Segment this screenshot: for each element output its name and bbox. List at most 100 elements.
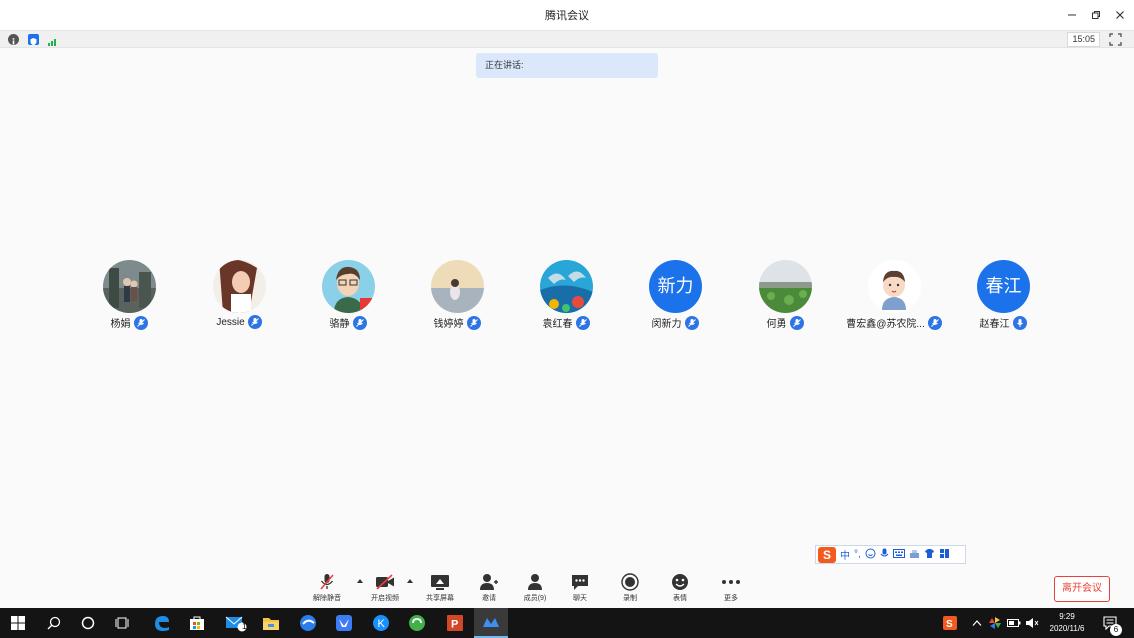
meeting-toolbar: 解除静音 开启视频 共享屏幕 邀请 成员(9) 聊天 录制 表情 更多 [0, 570, 1134, 608]
chevron-up-icon [972, 620, 982, 626]
more-button[interactable]: 更多 [706, 573, 756, 607]
participant-tile[interactable]: 钱婷婷 [407, 260, 507, 332]
participant-name-row: 闵新力 [625, 315, 725, 330]
mic-muted-icon [247, 315, 262, 329]
avatar [868, 260, 921, 313]
start-video-button[interactable]: 开启视频 [360, 573, 410, 607]
status-bar: 15:05 [0, 30, 1134, 48]
keyboard-icon[interactable] [892, 548, 905, 561]
mic-muted-icon [684, 315, 699, 330]
participant-tile[interactable]: 曹宏鑫@苏农院... [844, 260, 944, 332]
info-icon[interactable] [8, 34, 19, 45]
k-app-icon: K [373, 615, 389, 631]
taskbar-tencent-meeting[interactable] [474, 608, 508, 638]
participant-tile[interactable]: 新力 闵新力 [625, 260, 725, 332]
fullscreen-button[interactable] [1109, 33, 1122, 46]
share-screen-label: 共享屏幕 [426, 595, 454, 602]
participant-name: 赵春江 [979, 319, 1010, 330]
sogou-tray-icon: S [943, 616, 957, 630]
share-screen-button[interactable]: 共享屏幕 [415, 573, 465, 607]
record-button[interactable]: 录制 [605, 573, 655, 607]
participant-name: Jessie [216, 316, 245, 328]
participant-name-row: 钱婷婷 [407, 315, 507, 330]
cortana-button[interactable] [71, 608, 105, 638]
notification-count-badge: 6 [1110, 624, 1122, 636]
ime-punctuation[interactable]: °, [854, 549, 861, 560]
start-video-label: 开启视频 [371, 595, 399, 602]
participant-tile[interactable]: 何勇 [735, 260, 835, 332]
search-button[interactable] [37, 608, 71, 638]
participant-name-row: 曹宏鑫@苏农院... [844, 315, 944, 330]
invite-button[interactable]: 邀请 [464, 573, 514, 607]
folder-icon [263, 618, 279, 630]
edge-browser-icon [155, 616, 169, 631]
close-button[interactable] [1112, 7, 1128, 23]
security-shield-icon[interactable] [28, 34, 39, 46]
taskbar-green-app[interactable] [400, 608, 434, 638]
meeting-timer: 15:05 [1067, 32, 1100, 47]
ime-toolbar[interactable]: S 中 °, [815, 545, 966, 564]
minimize-button[interactable] [1064, 7, 1080, 23]
svg-text:S: S [946, 619, 953, 630]
volume-indicator[interactable] [1025, 608, 1039, 638]
participant-name: 闵新力 [651, 319, 682, 330]
taskbar-mail[interactable]: 1 [219, 608, 253, 638]
fullscreen-icon [1109, 33, 1122, 46]
emoji-icon [672, 574, 688, 590]
volume-muted-icon [1026, 618, 1039, 628]
clock-date: 2020/11/6 [1049, 624, 1085, 633]
chat-button[interactable]: 聊天 [555, 573, 605, 607]
restore-button[interactable] [1088, 7, 1104, 23]
taskbar-edge[interactable] [145, 608, 179, 638]
tray-pinwheel[interactable] [989, 608, 1001, 638]
taskbar-file-explorer[interactable] [254, 608, 288, 638]
record-label: 录制 [623, 595, 637, 602]
show-hidden-icons-button[interactable] [972, 608, 982, 638]
participant-name: 曹宏鑫@苏农院... [846, 319, 925, 330]
avatar [759, 260, 812, 313]
tray-sogou[interactable]: S [943, 608, 957, 638]
taskbar-browser-blue[interactable] [291, 608, 325, 638]
skin-icon[interactable] [924, 548, 935, 562]
participant-tile[interactable]: 袁红春 [516, 260, 616, 332]
participant-name-row: 杨娟 [79, 315, 179, 330]
share-screen-icon [431, 575, 449, 590]
participant-tile[interactable]: 春江 赵春江 [953, 260, 1053, 332]
chat-icon [572, 575, 588, 590]
participant-tile[interactable]: 杨娟 [79, 260, 179, 332]
taskbar-feishu[interactable] [327, 608, 361, 638]
toolbox-icon[interactable] [909, 548, 920, 562]
add-user-icon [480, 574, 498, 590]
avatar [431, 260, 484, 313]
participant-tile[interactable]: Jessie [189, 260, 289, 332]
leave-meeting-button[interactable]: 离开会议 [1054, 576, 1110, 602]
avatar [322, 260, 375, 313]
sogou-logo-icon: S [818, 546, 836, 563]
avatar [103, 260, 156, 313]
window-controls [1064, 0, 1128, 30]
cortana-icon [81, 616, 95, 630]
emoji-icon[interactable] [865, 548, 876, 562]
ime-mode[interactable]: 中 [840, 547, 850, 562]
video-options-caret[interactable] [407, 579, 413, 583]
participant-tile[interactable]: 骆静 [298, 260, 398, 332]
settings-grid-icon[interactable] [939, 548, 950, 562]
mic-muted-icon [789, 315, 804, 330]
task-view-button[interactable] [106, 608, 140, 638]
taskbar-store[interactable] [180, 608, 214, 638]
taskbar-clock[interactable]: 9:29 2020/11/6 [1040, 611, 1094, 635]
battery-icon [1007, 619, 1021, 627]
voice-icon[interactable] [880, 548, 889, 562]
start-button[interactable] [1, 608, 35, 638]
reactions-button[interactable]: 表情 [655, 573, 705, 607]
signal-strength-icon[interactable] [47, 34, 58, 46]
members-button[interactable]: 成员(9) [510, 573, 560, 607]
participant-name: 钱婷婷 [433, 319, 464, 330]
battery-indicator[interactable] [1007, 608, 1021, 638]
participant-name: 骆静 [329, 319, 350, 330]
taskbar-k-app[interactable]: K [364, 608, 398, 638]
unmute-button[interactable]: 解除静音 [302, 573, 352, 607]
taskbar-powerpoint[interactable]: P [438, 608, 472, 638]
action-center-button[interactable]: 6 [1103, 608, 1122, 638]
participant-name-row: 骆静 [298, 315, 398, 330]
